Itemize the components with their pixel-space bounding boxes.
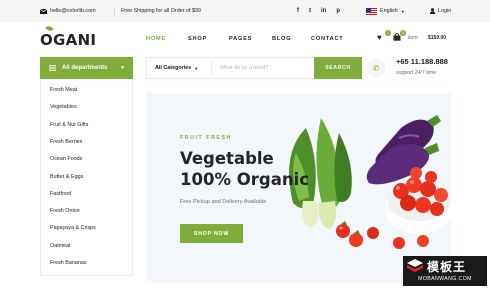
login-link[interactable]: Login (430, 0, 451, 22)
heart-icon[interactable]: ♥ (377, 33, 382, 42)
cart-item-label: item: (408, 35, 419, 41)
shop-now-button[interactable]: SHOP NOW (180, 224, 243, 243)
envelope-icon (40, 8, 47, 14)
top-bar: hello@colorlib.com Free Shipping for all… (0, 0, 490, 22)
site-logo[interactable]: OGANI (40, 29, 96, 51)
department-item[interactable]: Fresh Berries (50, 139, 82, 145)
department-item[interactable]: Fastfood (50, 191, 71, 197)
department-item[interactable]: Fresh Bananas (50, 260, 87, 266)
search-input[interactable] (220, 58, 310, 78)
hero-eyebrow: FRUIT FRESH (180, 135, 232, 141)
user-icon (430, 8, 435, 14)
hero-title-line2: 100% Organic (180, 170, 310, 189)
search-button[interactable]: SEARCH (314, 57, 362, 79)
nav-pages[interactable]: PAGES (229, 33, 252, 45)
nav-shop[interactable]: SHOP (188, 33, 207, 45)
department-item[interactable]: Fresh Meat (50, 87, 77, 93)
linkedin-icon[interactable]: in (321, 8, 326, 14)
login-label: Login (438, 8, 452, 14)
support-hours: support 24/7 time (396, 70, 437, 76)
chevron-down-icon: ▼ (120, 65, 125, 71)
hero-title-line1: Vegetable (180, 149, 274, 168)
department-item[interactable]: Oatmeal (50, 243, 70, 249)
departments-title: All departments (62, 65, 108, 71)
phone-icon: ✆ (366, 58, 386, 78)
nav-blog[interactable]: BLOG (272, 33, 291, 45)
facebook-icon[interactable]: f (297, 8, 299, 14)
departments-toggle[interactable]: All departments ▼ (40, 57, 133, 79)
hero-banner: FRUIT FRESH Vegetable 100% Organic Free … (146, 93, 451, 282)
chevron-down-icon: ▼ (194, 65, 199, 71)
language-selector[interactable]: English ▼ (366, 0, 405, 22)
search-category-select[interactable]: All Categories ▼ (155, 58, 198, 78)
department-item[interactable]: Papayaya & Crisps (50, 225, 96, 231)
phone-number: +65 11.188.888 (396, 57, 448, 66)
department-item[interactable]: Butter & Eggs (50, 174, 83, 180)
department-item[interactable]: Fruit & Nut Gifts (50, 122, 88, 128)
shipping-notice: Free Shipping for all Order of $99 (121, 8, 202, 14)
nav-contact[interactable]: CONTACT (311, 33, 344, 45)
search-category-label: All Categories (155, 65, 192, 71)
email-text: hello@colorlib.com (50, 8, 96, 14)
language-label: English (380, 8, 398, 14)
cart-count-badge: 3 (400, 30, 406, 36)
department-item[interactable]: Vegetables (50, 104, 77, 110)
wishlist-count-badge: 1 (385, 30, 391, 36)
topbar-divider (114, 7, 115, 15)
flag-icon (366, 7, 377, 15)
email-contact[interactable]: hello@colorlib.com (40, 0, 96, 22)
search-divider (211, 61, 212, 75)
cart-total-price: $150.00 (428, 35, 447, 41)
nav-home[interactable]: HOME (146, 33, 166, 45)
menu-icon (49, 65, 56, 71)
chevron-down-icon: ▼ (400, 8, 405, 14)
search-form: All Categories ▼ SEARCH (146, 57, 362, 79)
twitter-icon[interactable]: t (309, 8, 311, 14)
hero-title: Vegetable 100% Organic (180, 148, 309, 190)
departments-list: Fresh Meat Vegetables Fruit & Nut Gifts … (40, 79, 133, 276)
hero-subtitle: Free Pickup and Delivery Available (180, 199, 267, 205)
social-links: f t in p (297, 0, 340, 22)
department-item[interactable]: Ocean Foods (50, 156, 82, 162)
department-item[interactable]: Fresh Onion (50, 208, 80, 214)
pinterest-icon[interactable]: p (336, 8, 340, 14)
